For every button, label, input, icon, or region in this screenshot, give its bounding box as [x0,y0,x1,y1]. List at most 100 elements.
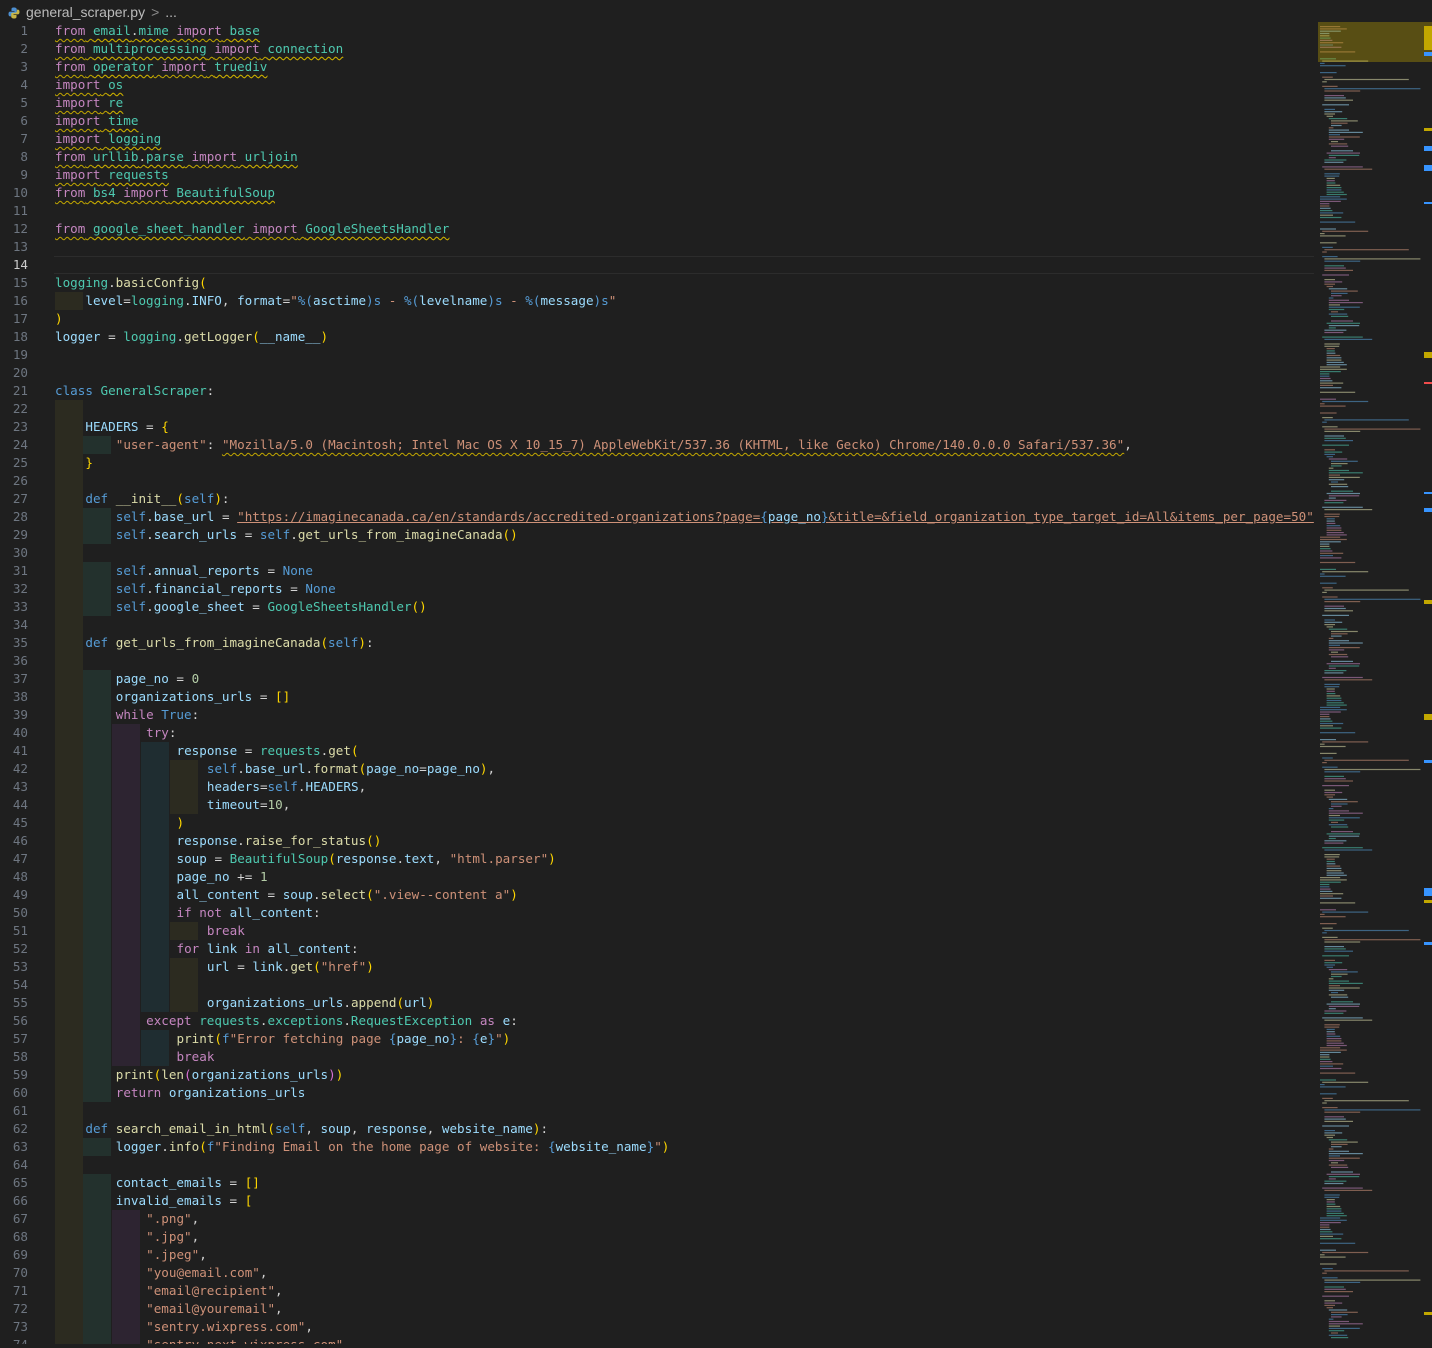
code-line[interactable]: 23 HEADERS = { [0,418,1318,436]
line-number[interactable]: 6 [0,112,28,130]
code-line[interactable]: 35 def get_urls_from_imagineCanada(self)… [0,634,1318,652]
code-text[interactable]: organizations_urls.append(url) [55,994,435,1012]
line-number[interactable]: 70 [0,1264,28,1282]
line-number[interactable]: 37 [0,670,28,688]
code-text[interactable]: def search_email_in_html(self, soup, res… [55,1120,548,1138]
code-line[interactable]: 53 url = link.get("href") [0,958,1318,976]
code-text[interactable]: logger = logging.getLogger(__name__) [55,328,328,346]
line-number[interactable]: 41 [0,742,28,760]
code-line[interactable]: 43 headers=self.HEADERS, [0,778,1318,796]
code-text[interactable]: for link in all_content: [55,940,359,958]
code-text[interactable]: invalid_emails = [ [55,1192,253,1210]
line-number[interactable]: 55 [0,994,28,1012]
line-number[interactable]: 18 [0,328,28,346]
line-number[interactable]: 30 [0,544,28,562]
code-text[interactable]: level=logging.INFO, format="%(asctime)s … [55,292,616,310]
code-text[interactable]: import time [55,112,138,130]
code-text[interactable]: class GeneralScraper: [55,382,214,400]
code-line[interactable]: 57 print(f"Error fetching page {page_no}… [0,1030,1318,1048]
code-line[interactable]: 55 organizations_urls.append(url) [0,994,1318,1012]
code-text[interactable]: self.base_url.format(page_no=page_no), [55,760,495,778]
line-number[interactable]: 45 [0,814,28,832]
code-line[interactable]: 17) [0,310,1318,328]
code-text[interactable]: while True: [55,706,199,724]
line-number[interactable]: 28 [0,508,28,526]
code-line[interactable]: 60 return organizations_urls [0,1084,1318,1102]
line-number[interactable]: 34 [0,616,28,634]
line-number[interactable]: 35 [0,634,28,652]
code-line[interactable]: 28 self.base_url = "https://imaginecanad… [0,508,1318,526]
line-number[interactable]: 20 [0,364,28,382]
line-number[interactable]: 69 [0,1246,28,1264]
code-line[interactable]: 74 "sentry-next.wixpress.com", [0,1336,1318,1344]
code-text[interactable]: print(len(organizations_urls)) [55,1066,344,1084]
code-line[interactable]: 9 import requests [0,166,1318,184]
code-text[interactable]: ) [55,310,63,328]
code-line[interactable]: 4 import os [0,76,1318,94]
code-text[interactable]: ".png", [55,1210,199,1228]
line-number[interactable]: 62 [0,1120,28,1138]
line-number[interactable]: 61 [0,1102,28,1120]
line-number[interactable]: 72 [0,1300,28,1318]
minimap[interactable] [1318,22,1432,1344]
line-number[interactable]: 12 [0,220,28,238]
code-line[interactable]: 22 [0,400,1318,418]
line-number[interactable]: 60 [0,1084,28,1102]
code-line[interactable]: 27 def __init__(self): [0,490,1318,508]
code-text[interactable]: page_no += 1 [55,868,268,886]
code-line[interactable]: 20 [0,364,1318,382]
code-line[interactable]: 52 for link in all_content: [0,940,1318,958]
code-text[interactable]: def __init__(self): [55,490,229,508]
code-line[interactable]: 63 logger.info(f"Finding Email on the ho… [0,1138,1318,1156]
code-line[interactable]: 66 invalid_emails = [ [0,1192,1318,1210]
code-line[interactable]: 29 self.search_urls = self.get_urls_from… [0,526,1318,544]
code-text[interactable]: import os [55,76,123,94]
code-line[interactable]: 65 contact_emails = [] [0,1174,1318,1192]
code-line[interactable]: 56 except requests.exceptions.RequestExc… [0,1012,1318,1030]
line-number[interactable]: 40 [0,724,28,742]
line-number[interactable]: 8 [0,148,28,166]
code-text[interactable]: HEADERS = { [55,418,168,436]
code-text[interactable]: except requests.exceptions.RequestExcept… [55,1012,518,1030]
code-line[interactable]: 8 from urllib.parse import urljoin [0,148,1318,166]
line-number[interactable]: 17 [0,310,28,328]
line-number[interactable]: 68 [0,1228,28,1246]
code-text[interactable]: import logging [55,130,161,148]
line-number[interactable]: 42 [0,760,28,778]
code-text[interactable]: try: [55,724,176,742]
code-text[interactable]: timeout=10, [55,796,290,814]
code-line[interactable]: 21 class GeneralScraper: [0,382,1318,400]
code-text[interactable]: print(f"Error fetching page {page_no}: {… [55,1030,511,1048]
code-text[interactable]: "user-agent": "Mozilla/5.0 (Macintosh; I… [55,436,1132,454]
code-text[interactable]: self.financial_reports = None [55,580,336,598]
code-text[interactable]: headers=self.HEADERS, [55,778,366,796]
code-line[interactable]: 72 "email@youremail", [0,1300,1318,1318]
line-number[interactable]: 27 [0,490,28,508]
line-number[interactable]: 10 [0,184,28,202]
code-line[interactable]: 16 level=logging.INFO, format="%(asctime… [0,292,1318,310]
line-number[interactable]: 26 [0,472,28,490]
code-line[interactable]: 54 [0,976,1318,994]
code-line[interactable]: 40 try: [0,724,1318,742]
code-line[interactable]: 3 from operator import truediv [0,58,1318,76]
code-text[interactable]: break [55,922,245,940]
code-line[interactable]: 36 [0,652,1318,670]
line-number[interactable]: 25 [0,454,28,472]
line-number[interactable]: 4 [0,76,28,94]
line-number[interactable]: 44 [0,796,28,814]
line-number[interactable]: 22 [0,400,28,418]
code-line[interactable]: 61 [0,1102,1318,1120]
overview-ruler[interactable] [1424,22,1432,1344]
code-line[interactable]: 38 organizations_urls = [] [0,688,1318,706]
line-number[interactable]: 52 [0,940,28,958]
code-text[interactable]: response.raise_for_status() [55,832,382,850]
code-line[interactable]: 71 "email@recipient", [0,1282,1318,1300]
line-number[interactable]: 71 [0,1282,28,1300]
line-number[interactable]: 11 [0,202,28,220]
line-number[interactable]: 58 [0,1048,28,1066]
code-text[interactable]: organizations_urls = [] [55,688,290,706]
line-number[interactable]: 13 [0,238,28,256]
line-number[interactable]: 74 [0,1336,28,1344]
code-line[interactable]: 1 from email.mime import base [0,22,1318,40]
line-number[interactable]: 63 [0,1138,28,1156]
